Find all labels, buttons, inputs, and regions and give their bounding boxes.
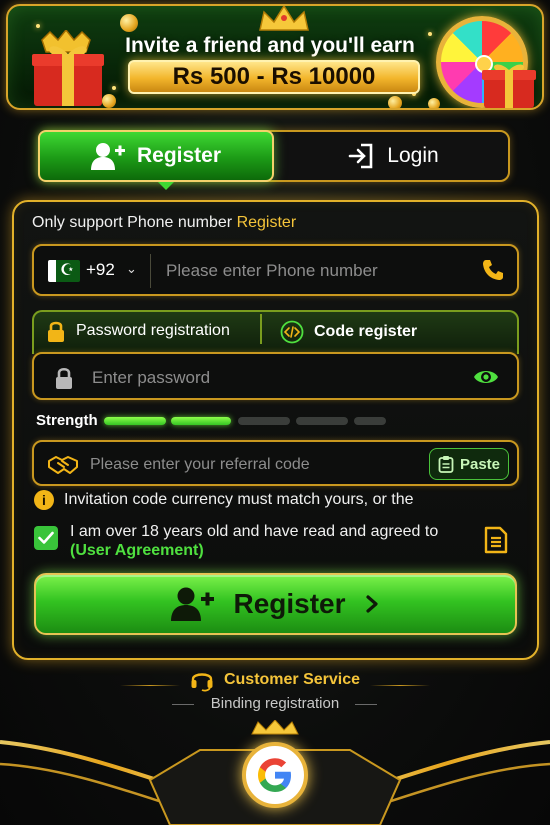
- add-user-icon: [90, 143, 125, 170]
- password-field: [32, 352, 519, 400]
- strength-segment: [296, 417, 348, 425]
- tab-password-registration[interactable]: Password registration: [46, 320, 230, 342]
- strength-segment: [171, 417, 231, 425]
- tab-login[interactable]: Login: [276, 132, 510, 180]
- crown-icon: [259, 6, 309, 31]
- google-login-button[interactable]: [242, 742, 308, 808]
- lock-icon: [48, 321, 64, 342]
- strength-label: Strength: [36, 412, 98, 429]
- tab-code-register[interactable]: Code register: [280, 320, 417, 344]
- password-input[interactable]: [92, 365, 452, 391]
- phone-icon: [483, 260, 503, 280]
- phone-notice: Only support Phone number Register: [32, 214, 296, 232]
- clipboard-icon: [438, 456, 454, 473]
- paste-label: Paste: [459, 455, 501, 473]
- notice-highlight: Register: [236, 214, 297, 231]
- checkmark-icon: [38, 531, 54, 544]
- tab-code-label: Code register: [314, 323, 418, 340]
- lock-icon: [56, 367, 72, 389]
- paste-button[interactable]: Paste: [429, 448, 509, 480]
- referral-field: Paste: [32, 440, 519, 486]
- agreement-statement: I am over 18 years old and have read and…: [70, 523, 439, 540]
- register-submit-label: Register: [233, 588, 346, 619]
- user-agreement-link[interactable]: (User Agreement): [70, 542, 204, 559]
- coin-icon: [428, 98, 440, 108]
- customer-service-label: Customer Service: [223, 671, 361, 688]
- agreement-text: I am over 18 years old and have read and…: [70, 522, 470, 560]
- register-submit-button[interactable]: Register: [34, 573, 517, 635]
- sparkle: [428, 32, 432, 36]
- phone-field: +92 ⌄: [32, 244, 519, 296]
- tab-password-label: Password registration: [76, 322, 230, 339]
- country-code[interactable]: +92: [86, 260, 115, 280]
- registration-type-tabs: Password registration Code register: [32, 310, 519, 354]
- phone-input[interactable]: [166, 258, 466, 284]
- chevron-right-icon: [365, 595, 378, 613]
- currency-notice: i Invitation code currency must match yo…: [34, 490, 413, 510]
- customer-service: Customer Service: [0, 668, 550, 697]
- active-tab-pointer: [158, 182, 174, 190]
- tab-register-label: Register: [136, 144, 222, 167]
- binding-registration-label: Binding registration: [210, 695, 340, 712]
- auth-tabs: Register Login: [38, 130, 510, 182]
- document-icon[interactable]: [484, 526, 508, 554]
- tab-login-label: Login: [387, 144, 439, 167]
- sparkle: [112, 86, 116, 90]
- login-icon: [348, 143, 373, 169]
- info-icon: i: [34, 490, 54, 510]
- coin-icon: [388, 96, 402, 108]
- strength-segment: [238, 417, 290, 425]
- code-icon: [280, 320, 304, 344]
- eye-icon[interactable]: [473, 366, 499, 388]
- add-user-icon: [171, 587, 215, 621]
- coin-icon: [120, 14, 138, 32]
- chevron-down-icon[interactable]: ⌄: [126, 262, 137, 277]
- handshake-icon: [48, 456, 78, 474]
- tab-register[interactable]: Register: [38, 130, 274, 182]
- divider: [150, 254, 151, 288]
- divider: [260, 314, 262, 344]
- promo-banner[interactable]: Invite a friend and you'll earn Rs 500 -…: [6, 4, 544, 110]
- customer-service-link[interactable]: Customer Service: [190, 668, 360, 692]
- referral-input[interactable]: [90, 452, 420, 478]
- banner-title: Invite a friend and you'll earn: [125, 34, 415, 57]
- agreement-checkbox[interactable]: [34, 526, 58, 550]
- currency-notice-text: Invitation code currency must match your…: [64, 491, 414, 508]
- pakistan-flag-icon: [48, 259, 80, 282]
- gift-box-icon: [482, 64, 536, 108]
- notice-text: Only support Phone number: [32, 214, 237, 231]
- banner-amount: Rs 500 - Rs 10000: [128, 60, 420, 94]
- strength-segment: [354, 417, 386, 425]
- gift-box-icon: [32, 30, 104, 106]
- headset-icon: [191, 673, 213, 692]
- strength-segment: [104, 417, 166, 425]
- sparkle: [36, 24, 40, 28]
- google-icon: [258, 758, 291, 792]
